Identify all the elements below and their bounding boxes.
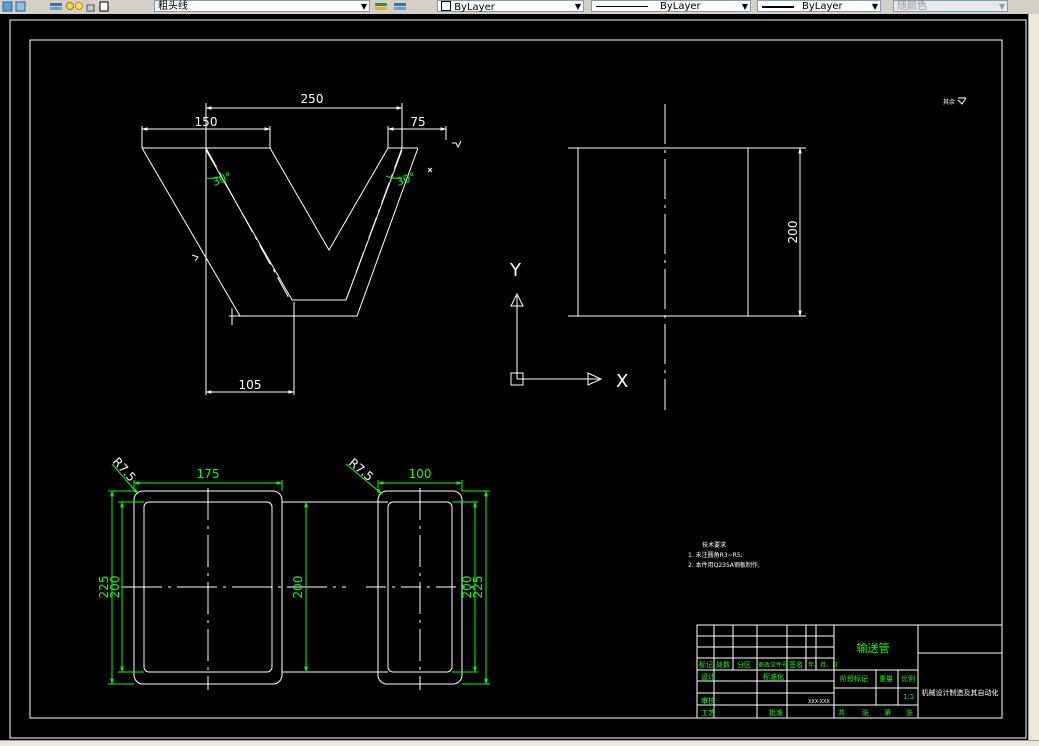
layer-name: 粗头线 [158, 1, 188, 12]
section-right [366, 488, 474, 690]
drawing-canvas[interactable]: 250 150 75 105 30° 30° 200 Y X 其余 175 22… [0, 14, 1028, 740]
dim-175-text: 175 [197, 467, 220, 481]
layer-dropdown[interactable]: 粗头线 ▼ [154, 0, 370, 12]
lock-icon [86, 4, 95, 12]
roughness-symbol-right [427, 167, 433, 173]
tb-header-4: 签名 [789, 660, 803, 669]
section-left-dims [108, 463, 308, 685]
tb-company: 机械设计制造及其自动化 [922, 688, 999, 697]
make-current-icon [375, 3, 387, 10]
layer-previous-tools[interactable] [374, 0, 414, 13]
lightbulb-icon [66, 2, 74, 10]
dim-200-side-text: 200 [786, 221, 800, 244]
tb-header-2: 分区 [737, 660, 751, 669]
roughness-note-symbol [957, 97, 967, 105]
plotstyle-value: 随颜色 [897, 1, 927, 12]
front-angle-arcs [205, 175, 403, 179]
tb-header-0: 标记 [699, 660, 713, 669]
tb-sheet-0: 共 [838, 708, 845, 717]
horizontal-scrollbar[interactable] [0, 740, 1039, 746]
section-right-dims [345, 463, 490, 685]
properties-toolbar: 粗头线 ▼ ByLayer ▼ ByLayer ▼ ByLayer ▼ 随颜色 … [0, 0, 1039, 15]
tb-standardize: 标准化 [763, 672, 784, 681]
tb-code: XXX-XXX [808, 699, 830, 705]
side-view [568, 104, 806, 410]
tb-part-name: 输送管 [857, 641, 890, 655]
ucs-icon [510, 292, 603, 386]
linetype-preview [596, 6, 648, 7]
chevron-down-icon: ▼ [574, 2, 581, 11]
tb-header-3: 更改文件号 [758, 661, 788, 669]
tb-header-5: 年、月、日 [808, 661, 838, 669]
sheet-inner-border [29, 39, 1003, 719]
linetype-dropdown[interactable]: ByLayer ▼ [591, 0, 751, 12]
tb-process: 工艺 [701, 709, 715, 717]
lineweight-preview [762, 6, 794, 8]
tb-design: 设计 [701, 672, 715, 681]
tb-stage: 阶段标记 [840, 674, 868, 683]
angle-left-text: 30° [211, 170, 234, 189]
radius-right-text: R7.5 [346, 456, 376, 484]
title-block-text: 输送管 机械设计制造及其自动化 标记 处数 分区 更改文件号 签名 年、月、日 … [699, 641, 999, 717]
layer-state-icons[interactable] [48, 0, 143, 13]
layer-state-icon [15, 1, 26, 12]
tb-scale-value: 1:1 [903, 693, 914, 701]
title-block [696, 624, 1003, 719]
lineweight-dropdown[interactable]: ByLayer ▼ [757, 0, 881, 12]
ucs-y-label: Y [509, 260, 522, 281]
dim-225-right-text: 225 [471, 576, 485, 599]
dim-200-mid-text: 200 [291, 576, 305, 599]
dim-100-text: 100 [409, 467, 432, 481]
color-dropdown[interactable]: ByLayer ▼ [437, 0, 584, 13]
color-value: ByLayer [454, 2, 495, 13]
notes-line-1: 1. 未注圆角R3~R5; [688, 551, 743, 559]
tb-audit: 审核 [701, 696, 715, 705]
color-swatch-icon [441, 1, 451, 11]
section-left [122, 488, 388, 690]
title-block-frame [696, 624, 1003, 719]
color-swatch-icon [99, 1, 109, 12]
tb-scale-label: 比例 [901, 674, 915, 683]
chevron-down-icon: ▼ [871, 2, 878, 11]
tb-weight: 重量 [879, 675, 893, 683]
roughness-symbol-top [452, 140, 462, 149]
plotstyle-dropdown: 随颜色 ▼ [893, 0, 1008, 12]
vertical-scrollbar[interactable] [1028, 14, 1039, 740]
dim-105-text: 105 [239, 378, 262, 392]
chevron-down-icon: ▼ [360, 2, 367, 11]
layers-stack-icon [50, 3, 62, 10]
y-outer-outline [141, 147, 419, 317]
radius-left-text: R7.5 [110, 455, 139, 485]
y-left-centerline [205, 147, 291, 301]
angle-right-text: 30° [395, 170, 418, 189]
linetype-value: ByLayer [660, 1, 701, 12]
front-view [141, 103, 462, 395]
chevron-down-icon: ▼ [741, 2, 748, 11]
drawing-svg: 250 150 75 105 30° 30° 200 Y X 其余 175 22… [9, 19, 1027, 739]
dim-150-text: 150 [195, 115, 218, 129]
roughness-note: 其余 [943, 98, 955, 106]
layer-manager-icon [2, 1, 13, 12]
tb-sheet-3: 张 [906, 708, 913, 717]
ucs-x-label: X [616, 371, 628, 392]
notes-line-2: 2. 本件用Q235A钢板制作; [688, 561, 760, 569]
dim-75-text: 75 [410, 115, 425, 129]
tb-approve: 批准 [769, 708, 783, 717]
sun-icon [75, 2, 83, 10]
layer-previous-icon [394, 3, 406, 10]
tb-sheet-1: 张 [862, 708, 869, 717]
notes-heading: 技术要求 [702, 541, 726, 549]
dim-250-text: 250 [301, 92, 324, 106]
layer-tools[interactable] [2, 0, 42, 13]
roughness-symbol-left [191, 254, 199, 262]
dim-200-left-text: 200 [108, 576, 122, 599]
lineweight-value: ByLayer [802, 1, 843, 12]
tb-header-1: 处数 [716, 660, 730, 669]
chevron-down-icon: ▼ [998, 2, 1005, 11]
tb-sheet-2: 第 [884, 708, 891, 717]
